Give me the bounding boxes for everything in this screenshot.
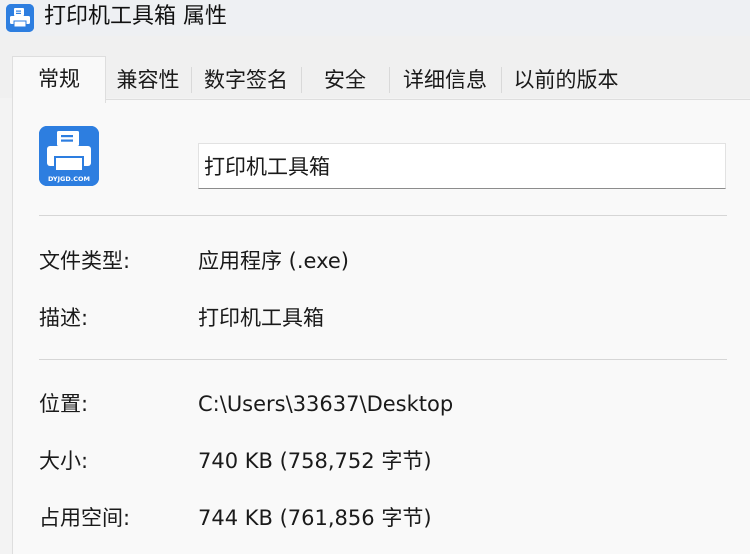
tab-general[interactable]: 常规 (12, 56, 106, 103)
size-value: 740 KB (758,752 字节) (198, 449, 432, 473)
divider (39, 359, 727, 360)
size-label: 大小: (39, 449, 89, 473)
tab-compatibility-label: 兼容性 (116, 68, 180, 92)
size-on-disk-label: 占用空间: (39, 506, 131, 530)
location-label: 位置: (39, 392, 89, 416)
tab-digital-signatures[interactable]: 数字签名 (192, 62, 300, 98)
size-on-disk-value: 744 KB (761,856 字节) (198, 506, 432, 530)
title-bar[interactable]: 打印机工具箱 属性 (0, 0, 750, 36)
tab-digital-signatures-label: 数字签名 (204, 68, 288, 92)
file-type-label: 文件类型: (39, 249, 131, 273)
tab-security-label: 安全 (324, 68, 366, 92)
tab-security[interactable]: 安全 (302, 62, 388, 98)
file-name-input[interactable] (198, 143, 726, 189)
tab-compatibility[interactable]: 兼容性 (106, 62, 190, 98)
location-value: C:\Users\33637\Desktop (198, 392, 454, 416)
tab-general-label: 常规 (38, 67, 80, 91)
file-icon-caption: DYJGD.COM (48, 175, 90, 183)
description-label: 描述: (39, 306, 89, 330)
printer-app-icon (6, 4, 34, 32)
tab-previous-versions-label: 以前的版本 (513, 68, 619, 92)
tab-details[interactable]: 详细信息 (390, 62, 500, 98)
description-value: 打印机工具箱 (198, 306, 324, 330)
tab-details-label: 详细信息 (403, 68, 487, 92)
printer-file-icon: DYJGD.COM (39, 126, 99, 186)
tab-previous-versions[interactable]: 以前的版本 (502, 62, 630, 98)
window-title: 打印机工具箱 属性 (44, 4, 227, 29)
file-type-value: 应用程序 (.exe) (198, 249, 349, 273)
divider (39, 215, 727, 216)
